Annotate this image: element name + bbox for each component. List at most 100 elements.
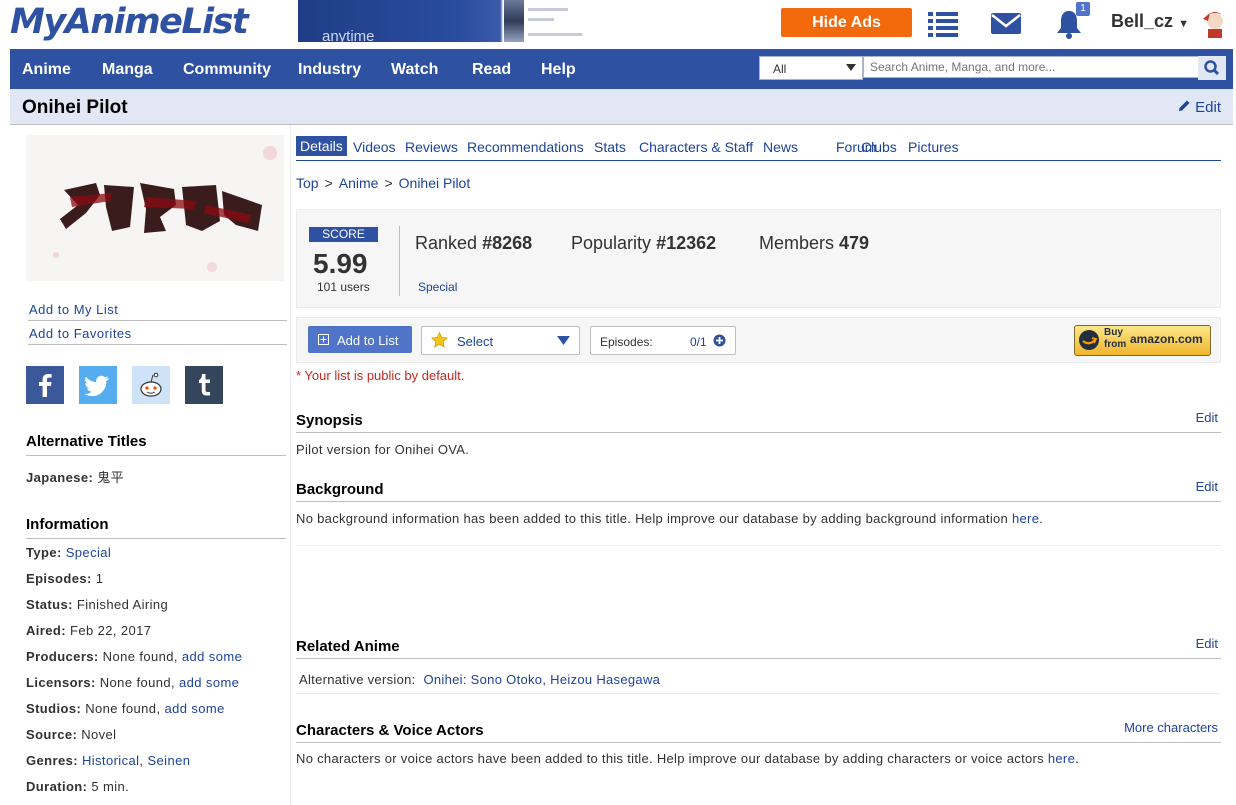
page-title: Onihei Pilot xyxy=(22,97,128,118)
tumblr-icon[interactable] xyxy=(185,366,223,404)
add-to-favorites-link[interactable]: Add to Favorites xyxy=(28,326,287,345)
tab-videos[interactable]: Videos xyxy=(353,139,396,155)
score-box: SCORE 5.99 101 users Ranked #8268 Popula… xyxy=(296,209,1221,308)
characters-header: Characters & Voice Actors More character… xyxy=(296,720,1221,743)
background-body: No background information has been added… xyxy=(296,511,1009,526)
japanese-label: Japanese: xyxy=(26,470,94,485)
list-status-select[interactable]: Select xyxy=(421,326,580,355)
related-anime-edit-link[interactable]: Edit xyxy=(1196,636,1218,651)
nav-manga[interactable]: Manga xyxy=(102,61,153,79)
score-type-link[interactable]: Special xyxy=(418,280,457,294)
info-aired: Aired: Feb 22, 2017 xyxy=(26,623,151,638)
notification-badge: 1 xyxy=(1076,2,1090,16)
related-anime-header: Related Anime Edit xyxy=(296,636,1221,659)
list-icon[interactable] xyxy=(927,8,961,38)
ad-line xyxy=(528,33,582,36)
tab-clubs[interactable]: Clubs xyxy=(861,139,897,155)
amazon-logo-icon xyxy=(1079,330,1099,350)
ranked-stat[interactable]: Ranked #8268 xyxy=(415,233,532,254)
episodes-value[interactable]: 0/1 xyxy=(690,335,707,349)
nav-read[interactable]: Read xyxy=(472,61,511,79)
alternative-titles-heading: Alternative Titles xyxy=(26,433,286,456)
mail-icon[interactable] xyxy=(990,8,1024,38)
background-edit-link[interactable]: Edit xyxy=(1196,479,1218,494)
synopsis-text: Pilot version for Onihei OVA. xyxy=(296,442,470,457)
score-value[interactable]: 5.99 xyxy=(313,248,368,280)
plus-circle-icon[interactable] xyxy=(713,334,726,347)
nav-watch[interactable]: Watch xyxy=(391,61,438,79)
type-link[interactable]: Special xyxy=(66,545,111,560)
tab-details[interactable]: Details xyxy=(296,136,347,156)
more-characters-link[interactable]: More characters xyxy=(1124,720,1218,735)
characters-heading: Characters & Voice Actors xyxy=(296,722,484,739)
characters-period: . xyxy=(1075,751,1080,766)
buy-from-amazon-button[interactable]: Buy from amazon.com xyxy=(1074,325,1211,356)
popularity-stat: Popularity #12362 xyxy=(571,233,716,254)
licensors-add-link[interactable]: add some xyxy=(179,675,239,690)
background-here-link[interactable]: here xyxy=(1012,511,1039,526)
ad-image xyxy=(504,0,524,42)
twitter-icon[interactable] xyxy=(79,366,117,404)
type-label: Type: xyxy=(26,545,62,560)
synopsis-header: Synopsis Edit xyxy=(296,410,1221,433)
genre-separator: , xyxy=(139,753,144,768)
search-category-select[interactable]: All xyxy=(759,56,863,80)
site-logo[interactable]: MyAnimeList xyxy=(10,2,249,42)
synopsis-edit-link[interactable]: Edit xyxy=(1196,410,1218,425)
background-heading: Background xyxy=(296,481,384,498)
ad-line xyxy=(528,8,568,11)
ad-banner[interactable]: anytime xyxy=(298,0,587,42)
avatar[interactable] xyxy=(1198,7,1232,39)
info-studios: Studios: None found, add some xyxy=(26,701,225,716)
anime-poster[interactable] xyxy=(26,135,284,281)
tab-pictures[interactable]: Pictures xyxy=(908,139,959,155)
edit-label[interactable]: Edit xyxy=(1195,99,1221,116)
episodes-label: Episodes: xyxy=(26,571,92,586)
genre-seinen-link[interactable]: Seinen xyxy=(147,753,190,768)
related-anime-link[interactable]: Onihei: Sono Otoko, Heizou Hasegawa xyxy=(423,672,660,687)
info-duration: Duration: 5 min. xyxy=(26,779,129,794)
facebook-icon[interactable] xyxy=(26,366,64,404)
edit-title-link[interactable]: Edit xyxy=(1178,99,1221,116)
username[interactable]: Bell_cz xyxy=(1111,11,1173,31)
info-producers: Producers: None found, add some xyxy=(26,649,242,664)
add-to-my-list-link[interactable]: Add to My List xyxy=(28,302,287,321)
tab-news[interactable]: News xyxy=(763,139,798,155)
nav-community[interactable]: Community xyxy=(183,61,271,79)
section-divider xyxy=(296,693,1221,694)
episodes-progress[interactable]: Episodes: 0/1 xyxy=(590,326,736,355)
tab-recommendations[interactable]: Recommendations xyxy=(467,139,584,155)
breadcrumb-top[interactable]: Top xyxy=(296,175,319,191)
producers-add-link[interactable]: add some xyxy=(182,649,242,664)
breadcrumb-separator: > xyxy=(324,175,333,191)
search-button[interactable] xyxy=(1198,56,1226,80)
add-to-list-button[interactable]: Add to List xyxy=(308,326,412,353)
info-status: Status: Finished Airing xyxy=(26,597,168,612)
info-episodes: Episodes: 1 xyxy=(26,571,103,586)
breadcrumb-anime[interactable]: Anime xyxy=(339,175,379,191)
nav-help[interactable]: Help xyxy=(541,61,576,79)
caret-down-icon[interactable]: ▼ xyxy=(1178,18,1189,30)
related-anime-row: Alternative version: Onihei: Sono Otoko,… xyxy=(299,672,660,687)
breadcrumb-current[interactable]: Onihei Pilot xyxy=(399,175,471,191)
amazon-from-text: from xyxy=(1104,339,1127,350)
studios-add-link[interactable]: add some xyxy=(164,701,224,716)
plus-square-icon xyxy=(318,334,329,345)
search-input[interactable] xyxy=(863,56,1199,78)
source-value: Novel xyxy=(81,727,117,742)
nav-anime[interactable]: Anime xyxy=(22,61,71,79)
characters-here-link[interactable]: here xyxy=(1048,751,1075,766)
list-controls: Add to List Select Episodes: 0/1 Buy fro… xyxy=(296,317,1221,363)
ranked-label: Ranked xyxy=(415,233,478,253)
tab-stats[interactable]: Stats xyxy=(594,139,626,155)
hide-ads-button[interactable]: Hide Ads xyxy=(781,8,912,37)
user-menu[interactable]: Bell_cz ▼ xyxy=(1111,11,1189,32)
studios-value: None found, xyxy=(85,701,161,716)
genre-historical-link[interactable]: Historical xyxy=(82,753,139,768)
japanese-title-row: Japanese: 鬼平 xyxy=(26,467,124,486)
source-label: Source: xyxy=(26,727,78,742)
nav-industry[interactable]: Industry xyxy=(298,61,361,79)
tab-characters-staff[interactable]: Characters & Staff xyxy=(639,139,753,155)
reddit-icon[interactable] xyxy=(132,366,170,404)
tab-reviews[interactable]: Reviews xyxy=(405,139,458,155)
